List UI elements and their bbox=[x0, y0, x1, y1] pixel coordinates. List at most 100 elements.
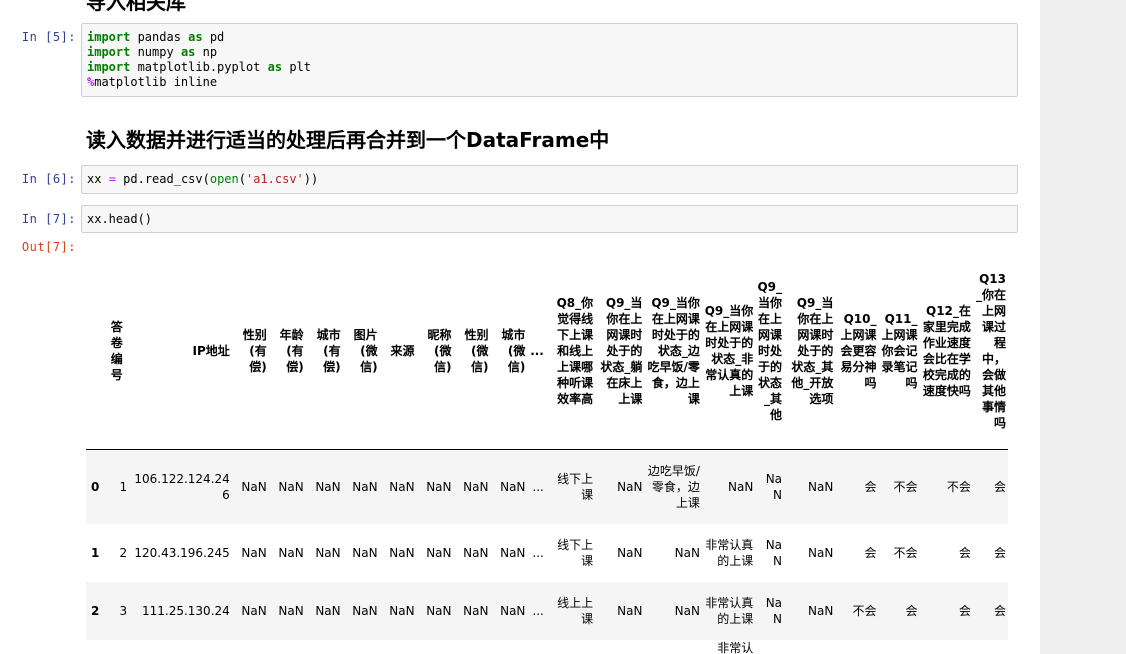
table-cell: NaN bbox=[278, 603, 304, 618]
code-token: xx bbox=[87, 172, 109, 186]
table-cell: NaN bbox=[463, 479, 489, 494]
code-line: import matplotlib.pyplot as plt bbox=[87, 60, 1012, 75]
table-cell: NaN bbox=[426, 479, 452, 494]
table-cell: NaN bbox=[500, 479, 526, 494]
table-cell: NaN bbox=[389, 545, 415, 560]
table-cell: 会 bbox=[993, 545, 1006, 560]
table-cell: 1 bbox=[119, 479, 128, 494]
table-cell: 不会 bbox=[852, 603, 877, 618]
code-cell-7[interactable]: xx.head() bbox=[81, 205, 1018, 233]
table-cell: NaN bbox=[315, 479, 341, 494]
column-header: 答卷编号 bbox=[104, 253, 130, 450]
table-cell: NaN bbox=[463, 545, 489, 560]
row-index bbox=[86, 640, 104, 654]
table-cell: NaN bbox=[352, 479, 378, 494]
table-cell: 111.25.130.24 bbox=[141, 603, 230, 618]
code-token: ( bbox=[238, 172, 246, 186]
table-cell: NaN bbox=[765, 471, 783, 502]
column-header: 城市(有偿) bbox=[305, 253, 343, 450]
code-token: numpy bbox=[130, 45, 181, 59]
code-token: matplotlib inline bbox=[94, 75, 218, 89]
table-row: 0 1 106.122.124.246 NaN NaN NaN NaN NaN NaN NaN Na… bbox=[86, 449, 1008, 524]
table-cell: NaN bbox=[241, 603, 267, 618]
table-cell: 线下上课 bbox=[557, 471, 594, 502]
code-token: open bbox=[209, 172, 239, 186]
table-cell: NaN bbox=[352, 545, 378, 560]
code-token: 'a1.csv' bbox=[245, 172, 304, 186]
column-header: IP地址 bbox=[129, 253, 232, 450]
code-line: import pandas as pd bbox=[87, 30, 1012, 45]
table-cell bbox=[417, 640, 454, 654]
table-cell: 120.43.196.245 bbox=[134, 545, 230, 560]
table-cell bbox=[343, 640, 380, 654]
column-header: Q9_当你在上网课时处于的状态_其他 bbox=[755, 253, 785, 450]
code-token: as bbox=[188, 30, 203, 44]
table-row: 非常认 bbox=[86, 639, 1008, 654]
table-cell: 3 bbox=[119, 603, 128, 618]
table-row: 1 2 120.43.196.245 NaN NaN NaN NaN NaN NaN NaN NaN… bbox=[86, 523, 1008, 582]
table-cell: NaN bbox=[674, 545, 700, 560]
table-cell: 会 bbox=[993, 603, 1006, 618]
table-cell bbox=[644, 640, 701, 654]
table-cell: 不会 bbox=[946, 479, 971, 494]
table-cell bbox=[920, 640, 973, 654]
table-cell bbox=[380, 640, 417, 654]
table-cell bbox=[878, 640, 919, 654]
code-token: import bbox=[87, 45, 131, 59]
markdown-heading-import: 导入相关库 bbox=[86, 0, 186, 14]
table-cell: 会 bbox=[864, 479, 877, 494]
code-token: matplotlib.pyplot bbox=[130, 60, 268, 74]
table-cell: 线下上课 bbox=[557, 537, 594, 568]
table-cell: NaN bbox=[426, 603, 452, 618]
table-cell bbox=[104, 640, 129, 654]
code-token: as bbox=[267, 60, 283, 74]
table-header-row: 答卷编号 IP地址 性别(有偿) 年龄(有偿) 城市(有偿) 图片(微信) 来源 昵称(微信)… bbox=[86, 253, 1008, 450]
table-cell: NaN bbox=[617, 603, 643, 618]
table-cell bbox=[755, 640, 784, 654]
code-token: pd.read_csv( bbox=[115, 172, 210, 186]
table-cell bbox=[490, 640, 527, 654]
table-cell: 会 bbox=[993, 479, 1006, 494]
table-cell bbox=[306, 640, 343, 654]
table-cell: NaN bbox=[500, 545, 526, 560]
table-cell bbox=[546, 640, 595, 654]
table-cell: 106.122.124.246 bbox=[134, 471, 230, 502]
code-token: as bbox=[180, 45, 196, 59]
table-cell: NaN bbox=[389, 479, 415, 494]
index-header bbox=[86, 253, 105, 450]
column-header: 性别(微信) bbox=[453, 253, 491, 450]
table-cell: NaN bbox=[617, 545, 643, 560]
column-header: Q10_上网课会更容易分神吗 bbox=[835, 253, 879, 450]
code-cell-5-source[interactable]: import pandas as pd import numpy as np imp… bbox=[87, 30, 1012, 90]
table-cell bbox=[269, 640, 306, 654]
table-cell: NaN bbox=[500, 603, 526, 618]
code-token: np bbox=[195, 45, 218, 59]
code-line: xx = pd.read_csv(open('a1.csv')) bbox=[87, 172, 1012, 187]
table-cell: 边吃早饭/零食，边上课 bbox=[647, 463, 700, 510]
code-cell-6-source[interactable]: xx = pd.read_csv(open('a1.csv')) bbox=[87, 172, 1012, 187]
column-header: Q12_在家里完成作业速度会比在学校完成的速度快吗 bbox=[919, 253, 973, 450]
column-header: Q9_当你在上网课时处于的状态_躺在床上上课 bbox=[595, 253, 645, 450]
column-header: Q9_当你在上网课时处于的状态_非常认真的上课 bbox=[701, 253, 756, 450]
table-cell: NaN bbox=[315, 545, 341, 560]
column-header: 城市(微信) bbox=[490, 253, 528, 450]
code-cell-6[interactable]: xx = pd.read_csv(open('a1.csv')) bbox=[81, 165, 1018, 194]
table-cell: 线上上课 bbox=[557, 595, 594, 626]
table-cell bbox=[454, 640, 491, 654]
table-cell: NaN bbox=[241, 545, 267, 560]
code-cell-7-source[interactable]: xx.head() bbox=[87, 212, 1012, 227]
table-cell: NaN bbox=[765, 595, 783, 626]
column-header: 图片(微信) bbox=[342, 253, 380, 450]
notebook-page: 导入相关库 In [5]: import pandas as pd import … bbox=[0, 0, 1040, 654]
code-token: = bbox=[108, 172, 116, 186]
table-cell: NaN bbox=[808, 545, 834, 560]
table-cell bbox=[595, 640, 644, 654]
table-cell bbox=[835, 640, 878, 654]
code-token: pandas bbox=[130, 30, 189, 44]
code-token: plt bbox=[282, 60, 311, 74]
table-cell bbox=[784, 640, 835, 654]
table-cell: NaN bbox=[315, 603, 341, 618]
code-cell-5[interactable]: import pandas as pd import numpy as np imp… bbox=[81, 23, 1018, 97]
dataframe-output-table: 答卷编号 IP地址 性别(有偿) 年龄(有偿) 城市(有偿) 图片(微信) 来源 昵称(微信)… bbox=[86, 253, 1008, 654]
table-cell bbox=[129, 640, 232, 654]
